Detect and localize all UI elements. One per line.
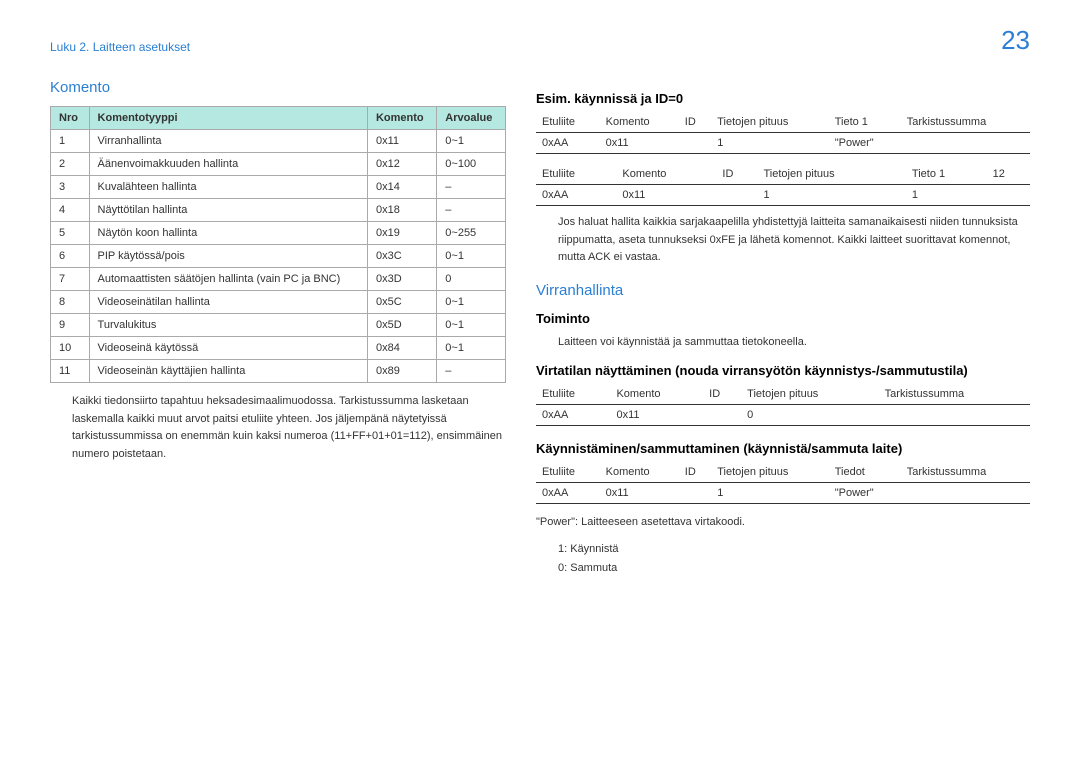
col-komento: Komento [367, 107, 436, 130]
broadcast-note: Jos haluat hallita kaikkia sarjakaapelil… [558, 214, 1030, 267]
view-power-title: Virtatilan näyttäminen (nouda virransyöt… [536, 363, 1030, 378]
table-row: 0xAA 0x11 1 1 [536, 185, 1030, 206]
right-column: Esim. käynnissä ja ID=0 Etuliite Komento… [536, 79, 1030, 577]
table-row: 1Virranhallinta0x110~1 [51, 130, 506, 153]
left-column: Komento Nro Komentotyyppi Komento Arvoal… [50, 79, 506, 577]
table-header-row: Etuliite Komento ID Tietojen pituus Tiet… [536, 112, 1030, 133]
section-title-komento: Komento [50, 79, 506, 96]
table-row: 11Videoseinän käyttäjien hallinta0x89– [51, 360, 506, 383]
content-columns: Komento Nro Komentotyyppi Komento Arvoal… [50, 79, 1030, 577]
table-row: 7Automaattisten säätöjen hallinta (vain … [51, 268, 506, 291]
example-title: Esim. käynnissä ja ID=0 [536, 91, 1030, 106]
table-row: 4Näyttötilan hallinta0x18– [51, 199, 506, 222]
toiminto-label: Toiminto [536, 311, 1030, 326]
table-row: 5Näytön koon hallinta0x190~255 [51, 222, 506, 245]
power-on-value: 1: Käynnistä [558, 540, 1030, 559]
table-row: 2Äänenvoimakkuuden hallinta0x120~100 [51, 153, 506, 176]
table-row: 8Videoseinätilan hallinta0x5C0~1 [51, 291, 506, 314]
onoff-table: Etuliite Komento ID Tietojen pituus Tied… [536, 462, 1030, 504]
table-header-row: Etuliite Komento ID Tietojen pituus Tiet… [536, 164, 1030, 185]
packet-table-1: Etuliite Komento ID Tietojen pituus Tiet… [536, 112, 1030, 154]
view-power-table: Etuliite Komento ID Tietojen pituus Tark… [536, 384, 1030, 426]
power-off-value: 0: Sammuta [558, 559, 1030, 578]
command-table: Nro Komentotyyppi Komento Arvoalue 1Virr… [50, 106, 506, 383]
table-row: 9Turvalukitus0x5D0~1 [51, 314, 506, 337]
onoff-title: Käynnistäminen/sammuttaminen (käynnistä/… [536, 441, 1030, 456]
chapter-title: Luku 2. Laitteen asetukset [50, 40, 1030, 54]
table-header-row: Nro Komentotyyppi Komento Arvoalue [51, 107, 506, 130]
page-number: 23 [1001, 25, 1030, 56]
table-row: 3Kuvalähteen hallinta0x14– [51, 176, 506, 199]
table-row: 10Videoseinä käytössä0x840~1 [51, 337, 506, 360]
table-row: 6PIP käytössä/pois0x3C0~1 [51, 245, 506, 268]
checksum-paragraph: Kaikki tiedonsiirto tapahtuu heksadesima… [72, 393, 506, 463]
col-arvoalue: Arvoalue [437, 107, 506, 130]
table-row: 0xAA 0x11 1 "Power" [536, 483, 1030, 504]
toiminto-text: Laitteen voi käynnistää ja sammuttaa tie… [558, 334, 1030, 352]
table-header-row: Etuliite Komento ID Tietojen pituus Tark… [536, 384, 1030, 405]
table-row: 0xAA 0x11 1 "Power" [536, 133, 1030, 154]
section-title-virranhallinta: Virranhallinta [536, 282, 1030, 299]
packet-table-2: Etuliite Komento ID Tietojen pituus Tiet… [536, 164, 1030, 206]
col-komentotyyppi: Komentotyyppi [89, 107, 367, 130]
table-header-row: Etuliite Komento ID Tietojen pituus Tied… [536, 462, 1030, 483]
power-code-note: "Power": Laitteeseen asetettava virtakoo… [536, 514, 1030, 532]
table-row: 0xAA 0x11 0 [536, 405, 1030, 426]
col-nro: Nro [51, 107, 90, 130]
